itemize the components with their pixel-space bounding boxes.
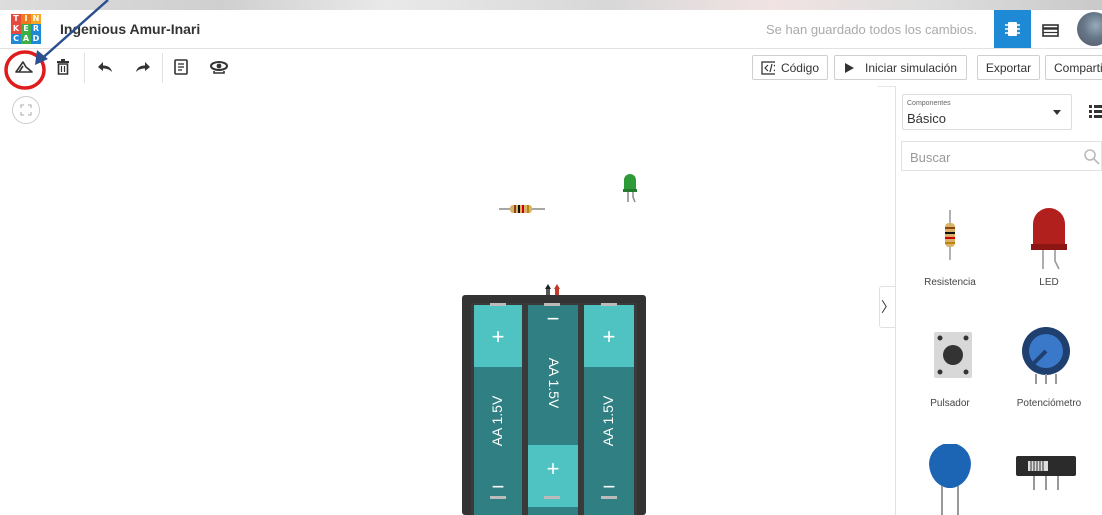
export-label: Exportar bbox=[985, 60, 1032, 75]
title-bar: T I N K E R C A D Ingenious Amur-Inari S… bbox=[0, 10, 1102, 49]
logo-letter: I bbox=[21, 14, 31, 24]
save-status: Se han guardado todos los cambios. bbox=[766, 22, 978, 37]
delete-button[interactable] bbox=[50, 55, 76, 79]
battery-2-plus: + bbox=[546, 456, 560, 481]
logo-letter: T bbox=[11, 14, 21, 24]
battery-3-plus: + bbox=[602, 324, 616, 349]
canvas-resistor[interactable] bbox=[499, 202, 545, 216]
toolbar-divider bbox=[162, 53, 163, 83]
capacitor-icon[interactable] bbox=[926, 444, 974, 515]
logo-letter: D bbox=[31, 34, 41, 44]
logo-letter: R bbox=[31, 24, 41, 34]
led-icon[interactable] bbox=[1026, 203, 1076, 271]
export-button[interactable]: Exportar bbox=[977, 55, 1040, 80]
share-button[interactable]: Compartir bbox=[1045, 55, 1102, 80]
project-title[interactable]: Ingenious Amur-Inari bbox=[60, 21, 200, 37]
logo-letter: C bbox=[11, 34, 21, 44]
component-list-view-button[interactable] bbox=[1036, 16, 1064, 44]
redo-button[interactable] bbox=[130, 55, 156, 79]
notes-button[interactable] bbox=[168, 55, 194, 79]
search-input[interactable] bbox=[908, 143, 1072, 171]
battery-2-label: AA 1.5V bbox=[546, 357, 562, 409]
start-simulation-button[interactable]: Iniciar simulación bbox=[834, 55, 967, 80]
components-category-dropdown[interactable]: Componentes Básico bbox=[902, 94, 1072, 130]
undo-button[interactable] bbox=[92, 55, 118, 79]
start-simulation-label: Iniciar simulación bbox=[865, 60, 958, 75]
search-icon[interactable] bbox=[1083, 148, 1101, 166]
trash-icon bbox=[57, 59, 69, 75]
tinkercad-logo[interactable]: T I N K E R C A D bbox=[11, 14, 41, 44]
circuit-canvas[interactable] bbox=[0, 86, 878, 515]
battery-1-minus: − bbox=[491, 474, 505, 499]
battery-3-minus: − bbox=[602, 474, 616, 499]
table-icon bbox=[1042, 24, 1059, 37]
visibility-button[interactable] bbox=[206, 55, 232, 79]
battery-1-label: AA 1.5V bbox=[489, 395, 505, 447]
editor-toolbar: Código Iniciar simulación Exportar Compa… bbox=[0, 49, 1102, 87]
user-avatar[interactable] bbox=[1077, 12, 1102, 46]
zoom-to-fit-button[interactable] bbox=[12, 96, 40, 124]
fit-view-icon bbox=[20, 104, 32, 116]
dropdown-selected-value: Básico bbox=[907, 111, 947, 126]
potentiometer-icon[interactable] bbox=[1019, 326, 1073, 386]
panel-collapse-button[interactable]: 〉 bbox=[879, 286, 896, 328]
slide-switch-icon[interactable] bbox=[1014, 452, 1078, 492]
background-photo-strip bbox=[0, 0, 1102, 10]
logo-letter: K bbox=[11, 24, 21, 34]
code-button[interactable]: Código bbox=[752, 55, 828, 80]
toolbar-divider bbox=[84, 53, 85, 83]
chip-icon bbox=[1005, 22, 1020, 36]
list-icon bbox=[1089, 105, 1102, 118]
logo-letter: N bbox=[31, 14, 41, 24]
caret-down-icon bbox=[1053, 110, 1061, 115]
resistor-icon[interactable] bbox=[941, 210, 959, 260]
code-button-label: Código bbox=[780, 60, 819, 75]
component-label-pushbutton: Pulsador bbox=[930, 398, 970, 409]
rotate-icon bbox=[15, 61, 33, 73]
battery-3-label: AA 1.5V bbox=[600, 395, 616, 447]
component-label-potentiometer: Potenciómetro bbox=[1016, 398, 1082, 409]
canvas-led[interactable] bbox=[621, 172, 641, 204]
code-icon bbox=[761, 60, 775, 75]
logo-letter: A bbox=[21, 34, 31, 44]
component-search[interactable] bbox=[901, 141, 1102, 171]
dropdown-caption: Componentes bbox=[907, 100, 951, 107]
rotate-button[interactable] bbox=[11, 55, 37, 79]
battery-1-plus: + bbox=[491, 324, 505, 349]
battery-2-minus: − bbox=[546, 306, 560, 331]
notes-icon bbox=[174, 59, 188, 75]
circuit-view-button[interactable] bbox=[994, 10, 1031, 48]
eye-icon bbox=[210, 61, 228, 74]
play-icon bbox=[845, 62, 854, 73]
list-view-toggle[interactable] bbox=[1080, 100, 1102, 122]
chevron-right-icon: 〉 bbox=[881, 299, 895, 315]
share-label: Compartir bbox=[1054, 60, 1102, 75]
logo-letter: E bbox=[21, 24, 31, 34]
component-label-led: LED bbox=[1039, 277, 1059, 288]
pushbutton-icon[interactable] bbox=[928, 326, 978, 386]
component-label-resistor: Resistencia bbox=[924, 277, 976, 288]
redo-icon bbox=[136, 62, 150, 72]
undo-icon bbox=[98, 62, 112, 72]
